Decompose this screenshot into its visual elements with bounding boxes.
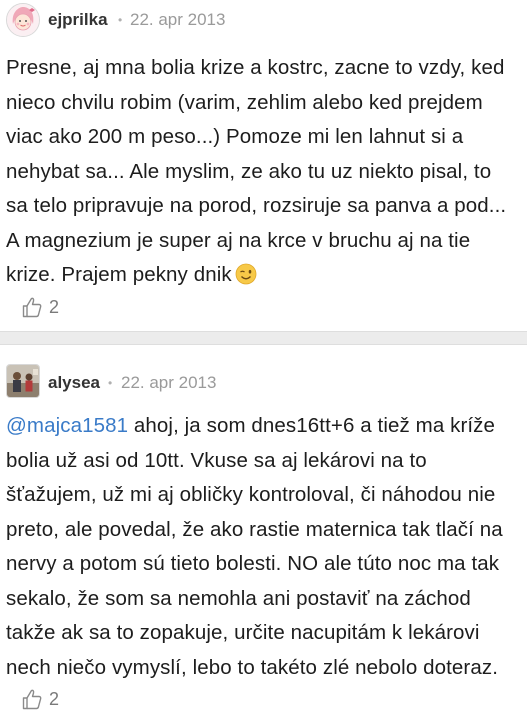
- winking-face-emoji: [235, 263, 257, 285]
- thumbs-up-icon: [22, 689, 42, 710]
- like-button[interactable]: 2: [22, 686, 59, 712]
- user-mention-link[interactable]: @majca1581: [6, 414, 128, 437]
- meta-separator: •: [118, 13, 123, 27]
- comment-1: ejprilka • 22. apr 2013 Presne, aj mna b…: [0, 0, 527, 331]
- comment-text: ahoj, ja som dnes16tt+6 a tiež ma kríže …: [6, 414, 503, 679]
- comment-text: Presne, aj mna bolia krize a kostrc, zac…: [6, 56, 507, 286]
- thumbs-up-icon: [22, 297, 42, 318]
- like-button[interactable]: 2: [22, 294, 59, 320]
- like-count: 2: [49, 688, 60, 709]
- like-count: 2: [49, 296, 60, 317]
- photo-avatar-icon[interactable]: [6, 364, 40, 398]
- comment-author[interactable]: ejprilka: [48, 10, 108, 30]
- meta-separator: •: [108, 376, 113, 390]
- comment-date: 22. apr 2013: [130, 10, 226, 29]
- comment-author[interactable]: alysea: [48, 373, 100, 393]
- comment-body: Presne, aj mna bolia krize a kostrc, zac…: [6, 51, 516, 293]
- comment-2: alysea • 22. apr 2013 @majca1581 ahoj, j…: [0, 345, 527, 717]
- comment-body: @majca1581 ahoj, ja som dnes16tt+6 a tie…: [6, 409, 516, 685]
- girl-face-avatar-icon[interactable]: [6, 3, 40, 37]
- comment-divider: [0, 331, 527, 345]
- comment-date: 22. apr 2013: [121, 373, 217, 392]
